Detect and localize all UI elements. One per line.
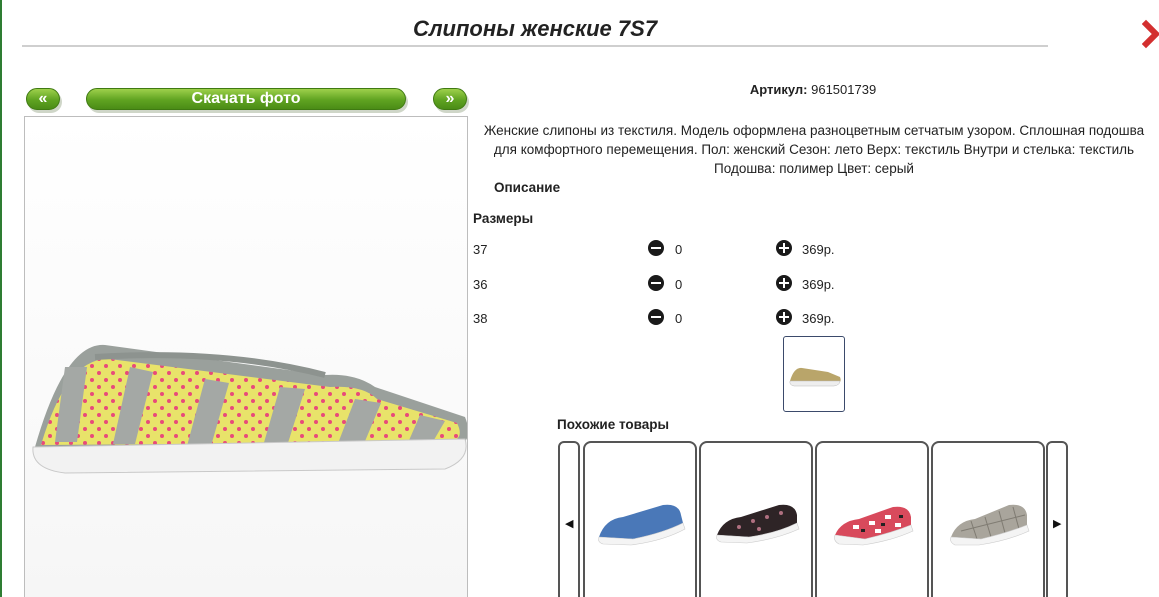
price-value: 369р. [802,277,835,292]
close-icon[interactable] [1142,18,1159,50]
product-photo [24,116,468,597]
blue-slip-on-image [598,504,686,546]
size-value: 36 [473,277,488,292]
prev-photo-button[interactable]: « [26,88,60,110]
minus-circle-icon[interactable] [648,275,664,291]
plus-circle-icon[interactable] [776,240,792,256]
similar-products-heading: Похожие товары [557,417,670,432]
similar-product-card[interactable] [699,441,813,597]
description-heading: Описание [494,180,561,195]
size-value: 37 [473,242,488,257]
black-lace-slip-on-image [716,504,800,544]
similar-product-card[interactable] [583,441,697,597]
quantity-value: 0 [675,277,683,292]
product-description: Женские слипоны из текстиля. Модель офор… [483,123,1145,176]
page-title: Слипоны женские 7S7 [412,16,658,41]
article-value: 961501739 [811,82,877,97]
price-value: 369р. [802,242,835,257]
quantity-value: 0 [675,242,683,257]
photo-thumbnail[interactable] [783,336,845,412]
minus-circle-icon[interactable] [648,309,664,325]
title-divider [22,45,1048,47]
size-row: 38 0 369р. [473,309,973,329]
sizes-heading: Размеры [473,211,534,226]
left-border [0,0,2,597]
red-print-slip-on-image [834,506,914,546]
download-photo-button[interactable]: Скачать фото [86,88,406,110]
size-row: 37 0 369р. [473,240,973,260]
carousel-next-button[interactable]: ▶ [1046,441,1068,597]
minus-circle-icon[interactable] [648,240,664,256]
carousel-prev-button[interactable]: ◀ [558,441,580,597]
slip-on-shoe-image [32,344,467,474]
skip-next-icon: ▶ [1053,518,1062,530]
shoe-thumbnail-image [789,367,841,387]
skip-previous-icon: ◀ [565,518,574,530]
similar-product-card[interactable] [815,441,929,597]
next-photo-button[interactable]: » [433,88,467,110]
size-value: 38 [473,311,488,326]
similar-product-card[interactable] [931,441,1045,597]
plus-circle-icon[interactable] [776,309,792,325]
size-row: 36 0 369р. [473,275,973,295]
article-line: Артикул: 961501739 [640,82,986,97]
grey-check-slip-on-image [950,504,1030,546]
article-label: Артикул: [749,82,808,97]
plus-circle-icon[interactable] [776,275,792,291]
price-value: 369р. [802,311,835,326]
quantity-value: 0 [675,311,683,326]
